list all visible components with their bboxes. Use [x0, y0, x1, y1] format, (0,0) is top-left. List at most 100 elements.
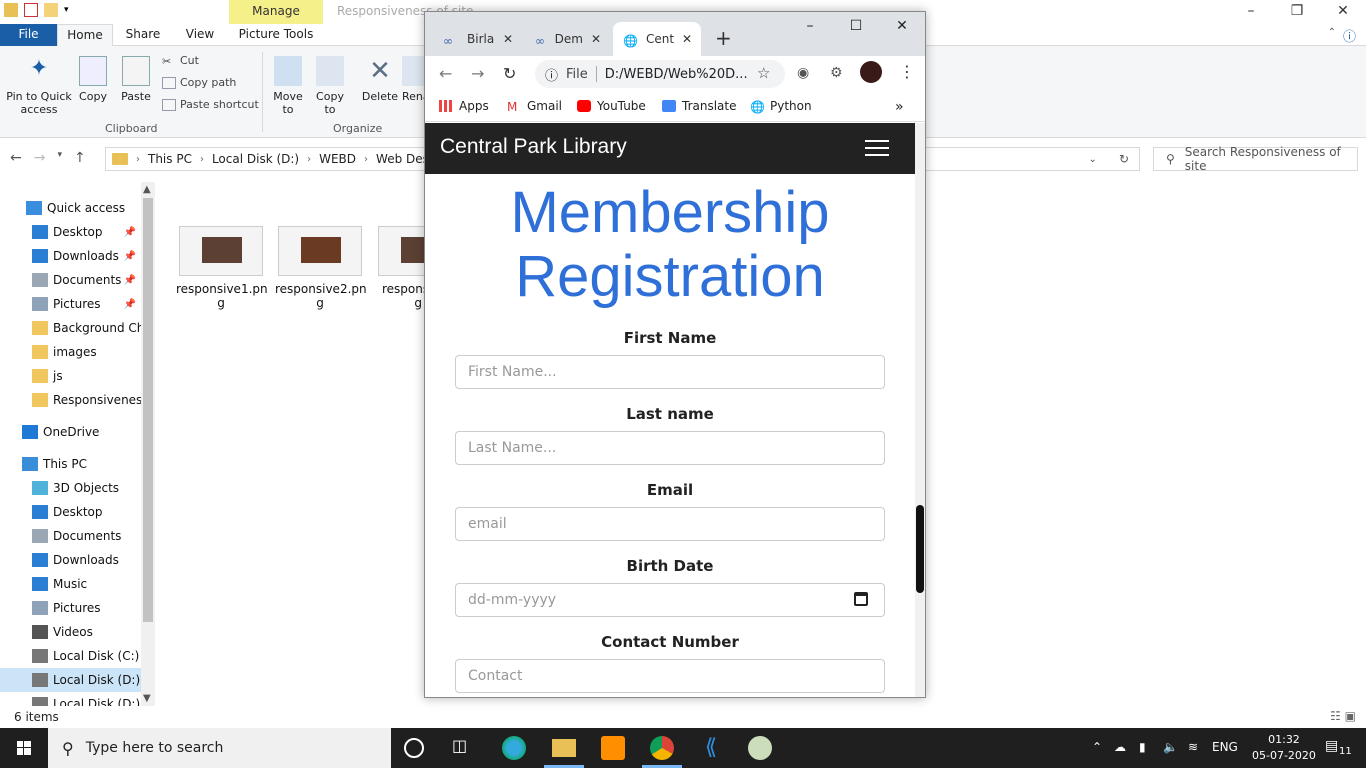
breadcrumb-this-pc[interactable]: This PC [148, 152, 192, 166]
tab-home[interactable]: Home [57, 24, 113, 46]
sidebar-item[interactable]: Videos [0, 620, 142, 644]
close-tab-icon[interactable]: ✕ [682, 32, 692, 46]
sidebar-item[interactable]: js [0, 364, 142, 388]
hamburger-menu-icon[interactable] [865, 140, 889, 156]
notifications-icon[interactable]: ▤ [1325, 738, 1338, 754]
back-icon[interactable]: ← [439, 64, 452, 83]
reload-icon[interactable]: ↻ [503, 64, 516, 83]
bookmark-gmail[interactable]: M Gmail [507, 99, 562, 114]
first-name-input[interactable]: First Name... [455, 355, 885, 389]
breadcrumb-webd[interactable]: WEBD [319, 152, 356, 166]
bookmark-star-icon[interactable]: ☆ [757, 64, 770, 82]
scroll-up-icon[interactable]: ▲ [143, 184, 151, 195]
scrollbar-thumb[interactable] [143, 198, 153, 622]
forward-icon[interactable]: → [471, 64, 484, 83]
pin-quick-access-button[interactable]: ✦ Pin to Quick access [4, 56, 74, 116]
cortana-icon[interactable] [404, 738, 424, 758]
paste-button[interactable]: Paste [118, 56, 154, 103]
recent-dropdown-icon[interactable]: ▾ [57, 150, 62, 166]
tab-view[interactable]: View [178, 24, 222, 46]
sidebar-item[interactable]: 3D Objects [0, 476, 142, 500]
site-brand[interactable]: Central Park Library [440, 135, 627, 159]
tab-picture-tools[interactable]: Picture Tools [229, 24, 323, 46]
volume-icon[interactable]: 🔈 [1163, 740, 1178, 754]
taskbar-search-input[interactable]: ⚲ Type here to search [48, 728, 391, 768]
tab-birla[interactable]: ∞ Birla ✕ [433, 22, 523, 56]
task-view-icon[interactable]: ◫ [452, 736, 476, 760]
folder-icon[interactable] [4, 3, 18, 17]
file-explorer-icon[interactable] [552, 739, 576, 757]
search-input[interactable]: ⚲ Search Responsiveness of site [1153, 145, 1358, 173]
language-indicator[interactable]: ENG [1212, 740, 1238, 754]
sidebar-item[interactable]: Documents [0, 524, 142, 548]
up-arrow-icon[interactable]: ↑ [74, 150, 86, 166]
tab-central-park[interactable]: 🌐 Cent ✕ [613, 22, 701, 56]
more-bookmarks-button[interactable]: » [895, 99, 904, 115]
tab-share[interactable]: Share [118, 24, 168, 46]
bookmark-apps[interactable]: Apps [439, 99, 489, 113]
info-icon[interactable]: ⓘ [545, 65, 558, 84]
help-icon[interactable]: ⓘ [1343, 26, 1356, 45]
url-bar[interactable]: ⓘ File D:/WEBD/Web%20D... [535, 60, 785, 88]
birth-date-input[interactable]: dd-mm-yyyy [455, 583, 885, 617]
cut-button[interactable]: ✂ Cut [162, 54, 199, 68]
sidebar-item[interactable]: Responsiveness [0, 388, 142, 412]
paint-icon[interactable] [748, 736, 772, 760]
view-toggle[interactable]: ☷ ▣ [1330, 709, 1356, 723]
chevron-up-icon[interactable]: ⌃ [1092, 740, 1102, 754]
close-tab-icon[interactable]: ✕ [503, 32, 513, 46]
close-tab-icon[interactable]: ✕ [591, 32, 601, 46]
battery-icon[interactable]: ▮ [1139, 740, 1146, 754]
sidebar-item[interactable]: Local Disk (D:) [0, 668, 142, 692]
tab-file[interactable]: File [0, 24, 57, 46]
sidebar-item[interactable]: images [0, 340, 142, 364]
close-icon[interactable]: ✕ [1320, 0, 1366, 24]
refresh-icon[interactable]: ↻ [1119, 152, 1129, 166]
chevron-down-icon[interactable]: ⌄ [1089, 154, 1097, 165]
sidebar-item[interactable]: Downloads 📌 [0, 244, 142, 268]
sidebar-item[interactable]: Pictures [0, 596, 142, 620]
sidebar-item[interactable]: Local Disk (C:) [0, 644, 142, 668]
windows-start-icon[interactable] [0, 728, 48, 768]
sidebar-item[interactable]: Documents 📌 [0, 268, 142, 292]
file-item[interactable]: responsi g [374, 222, 424, 310]
contact-input[interactable]: Contact [455, 659, 885, 693]
onedrive-icon[interactable]: ☁ [1114, 740, 1126, 754]
sidebar-item[interactable]: This PC [0, 452, 142, 476]
last-name-input[interactable]: Last Name... [455, 431, 885, 465]
scrollbar-thumb[interactable] [916, 505, 924, 593]
sublime-text-icon[interactable] [601, 736, 625, 760]
bookmark-python[interactable]: 🌐 Python [750, 99, 812, 114]
menu-icon[interactable]: ⋮ [899, 62, 915, 81]
copy-to-button[interactable]: Copy to [312, 56, 348, 116]
move-to-button[interactable]: Move to [270, 56, 306, 116]
chevron-up-icon[interactable]: ⌃ [1328, 27, 1336, 38]
sidebar-item[interactable]: Pictures 📌 [0, 292, 142, 316]
copy-path-button[interactable]: Copy path [162, 76, 236, 89]
scroll-down-icon[interactable]: ▼ [143, 693, 151, 704]
sidebar-item[interactable]: Desktop [0, 500, 142, 524]
sidebar-item[interactable]: Quick access [0, 196, 142, 220]
forward-arrow-icon[interactable]: → [34, 150, 46, 166]
profile-avatar[interactable] [860, 61, 882, 83]
sidebar-item[interactable]: Downloads [0, 548, 142, 572]
file-item[interactable]: responsive2.pn g [275, 222, 367, 310]
minimize-icon[interactable]: – [1228, 0, 1274, 24]
clock[interactable]: 01:32 05-07-2020 [1252, 732, 1316, 764]
sidebar-item[interactable]: Background Cha [0, 316, 142, 340]
maximize-icon[interactable]: ☐ [833, 14, 879, 40]
navigation-scrollbar[interactable]: ▲ ▼ [141, 182, 155, 706]
new-folder-icon[interactable] [44, 3, 58, 17]
page-scrollbar[interactable] [915, 123, 925, 697]
close-icon[interactable]: ✕ [879, 14, 925, 40]
wifi-icon[interactable]: ≋ [1188, 740, 1198, 754]
sidebar-item[interactable]: Music [0, 572, 142, 596]
chrome-icon[interactable] [650, 736, 674, 760]
customize-qat-icon[interactable]: ▾ [64, 5, 69, 15]
bookmark-translate[interactable]: Translate [662, 99, 737, 113]
back-arrow-icon[interactable]: ← [10, 150, 22, 166]
extension-icon[interactable]: ◉ [797, 65, 809, 81]
properties-icon[interactable] [24, 3, 38, 17]
rename-button[interactable]: Rena [402, 56, 424, 103]
tab-demo[interactable]: ∞ Dem ✕ [525, 22, 611, 56]
